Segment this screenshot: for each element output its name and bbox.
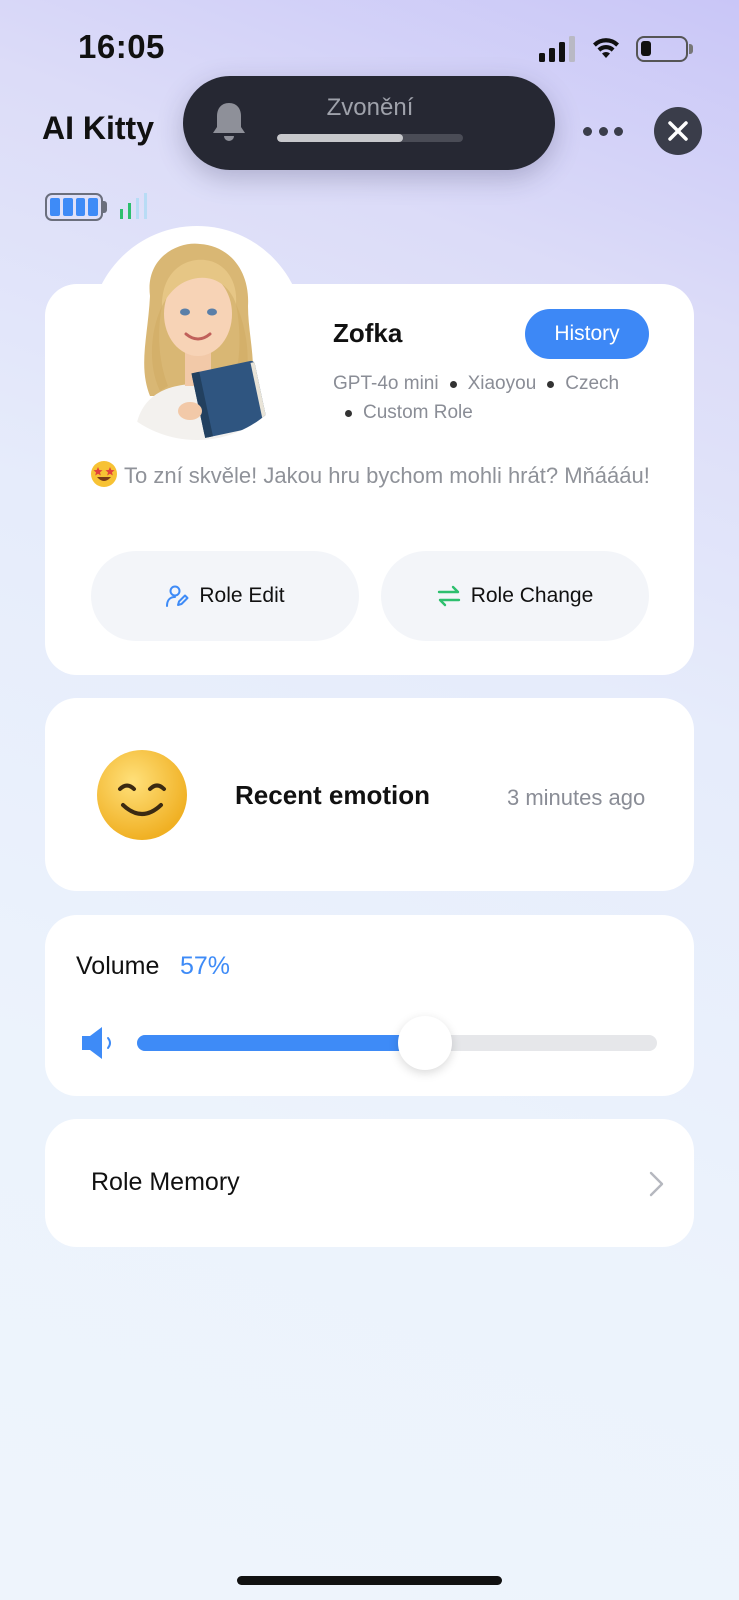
role-edit-button[interactable]: Role Edit [91,551,359,641]
role-language: Czech [565,373,620,394]
volume-value: 57% [180,952,231,980]
close-button[interactable] [654,107,702,155]
role-voice: Xiaoyou [467,373,537,394]
app-title: AI Kitty [42,110,154,146]
phone-battery-cap [689,44,693,54]
role-meta-line-2: Custom Role [345,402,473,424]
star-struck-emoji-icon [91,461,117,487]
cellular-signal-icon [539,36,575,62]
volume-slider-fill [137,1035,425,1051]
ringer-level-fill [277,134,404,142]
status-time: 16:05 [78,28,165,65]
device-battery-icon [45,193,103,221]
emotion-timestamp: 3 minutes ago [507,785,646,810]
role-model: GPT-4o mini [333,373,439,394]
ringer-volume-overlay: Zvonění [183,76,555,170]
volume-card [45,915,694,1096]
role-change-label: Role Change [470,584,594,607]
phone-battery-icon [636,36,688,62]
speaker-icon [82,1027,111,1059]
role-message-text: To zní skvěle! Jakou hru bychom mohli hr… [124,463,650,488]
emotion-title: Recent emotion [235,780,431,810]
role-meta-line: GPT-4o mini Xiaoyou Czech [333,373,619,395]
smiling-face-emoji-icon [97,750,187,840]
user-edit-icon [166,585,189,607]
device-battery-cap [103,201,107,213]
volume-label: Volume [76,952,160,980]
ringer-label: Zvonění [326,94,414,121]
wifi-icon [593,38,619,58]
role-last-message: To zní skvěle! Jakou hru bychom mohli hr… [90,459,660,493]
more-options-button[interactable] [583,116,623,146]
chevron-right-icon [649,1171,664,1197]
swap-arrows-icon [437,585,460,607]
device-signal-icon [120,193,147,219]
volume-slider-thumb[interactable] [397,1016,452,1070]
role-edit-label: Role Edit [199,584,285,607]
history-button[interactable]: History [525,309,649,359]
role-change-button[interactable]: Role Change [381,551,649,641]
avatar [90,226,304,440]
role-name: Zofka [333,318,403,348]
role-memory-label: Role Memory [91,1168,240,1196]
home-indicator [237,1576,502,1585]
role-type: Custom Role [363,402,473,423]
close-icon [668,121,688,141]
ringer-level-bar [277,134,463,142]
